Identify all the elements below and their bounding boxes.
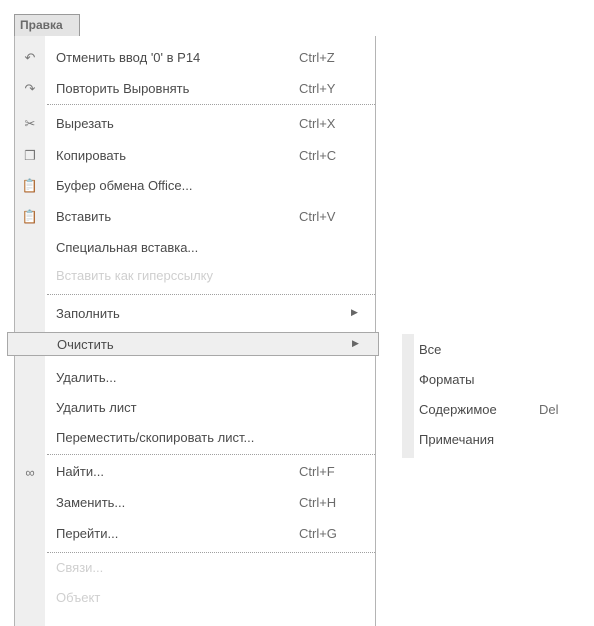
menu-item-goto[interactable]: Перейти... Ctrl+G: [15, 522, 375, 546]
menu-item-shortcut: Ctrl+F: [299, 464, 335, 479]
submenu-item-comments[interactable]: Примечания: [402, 428, 592, 452]
menu-item-paste-as-hyperlink: Вставить как гиперссылку: [15, 264, 375, 288]
menu-item-office-clipboard[interactable]: 📋 Буфер обмена Office...: [15, 174, 375, 198]
menu-item-shortcut: Ctrl+Y: [299, 81, 336, 96]
menu-item-label: Перейти...: [56, 526, 119, 541]
menu-item-label: Повторить Выровнять: [56, 81, 190, 96]
menu-item-label: Буфер обмена Office...: [56, 178, 193, 193]
menu-item-label: Вырезать: [56, 116, 114, 131]
menu-item-paste-special[interactable]: Специальная вставка...: [15, 236, 375, 260]
menu-title-edit[interactable]: Правка: [14, 14, 80, 36]
submenu-item-contents[interactable]: Содержимое Del: [402, 398, 592, 422]
menu-separator: [47, 454, 375, 455]
menu-separator: [47, 104, 375, 105]
binoculars-icon: ∞: [25, 464, 35, 480]
menu-separator: [47, 552, 375, 553]
menu-item-undo[interactable]: ↶ Отменить ввод '0' в P14 Ctrl+Z: [15, 46, 375, 70]
menu-item-shortcut: Ctrl+X: [299, 116, 336, 131]
submenu-item-label: Все: [419, 342, 442, 357]
menu-item-label: Переместить/скопировать лист...: [56, 430, 255, 445]
menu-item-delete-sheet[interactable]: Удалить лист: [15, 396, 375, 420]
menu-item-label: Найти...: [56, 464, 104, 479]
submenu-item-shortcut: Del: [539, 402, 559, 417]
menu-item-shortcut: Ctrl+C: [299, 148, 337, 163]
menu-item-label: Связи...: [56, 560, 104, 575]
menu-item-shortcut: Ctrl+V: [299, 209, 336, 224]
menu-item-label: Вставить как гиперссылку: [56, 268, 213, 283]
menu-item-clear[interactable]: Очистить ▶: [7, 332, 379, 356]
menu-item-move-copy-sheet[interactable]: Переместить/скопировать лист...: [15, 426, 375, 450]
menu-item-label: Удалить лист: [56, 400, 137, 415]
menu-item-label: Заполнить: [56, 306, 120, 321]
submenu-item-label: Примечания: [419, 432, 495, 447]
submenu-item-all[interactable]: Все: [402, 338, 592, 362]
copy-icon: ❐: [24, 148, 36, 163]
menu-item-object: Объект: [15, 586, 375, 610]
submenu-arrow-icon: ▶: [352, 338, 359, 348]
menu-item-copy[interactable]: ❐ Копировать Ctrl+C: [15, 144, 375, 168]
menu-item-shortcut: Ctrl+G: [299, 526, 337, 541]
menu-item-shortcut: Ctrl+H: [299, 495, 337, 510]
paste-icon: 📋: [21, 209, 39, 224]
menu-item-label: Объект: [56, 590, 101, 605]
submenu-item-formats[interactable]: Форматы: [402, 368, 592, 392]
menu-item-redo[interactable]: ↷ Повторить Выровнять Ctrl+Y: [15, 77, 375, 101]
menu-item-links: Связи...: [15, 556, 375, 580]
submenu-arrow-icon: ▶: [351, 307, 358, 317]
redo-icon: ↷: [24, 81, 36, 96]
clipboard-icon: 📋: [21, 178, 39, 193]
menu-item-label: Очистить: [57, 337, 114, 352]
edit-menu-dropdown: ↶ Отменить ввод '0' в P14 Ctrl+Z ↷ Повто…: [7, 36, 379, 626]
menu-item-cut[interactable]: ✂ Вырезать Ctrl+X: [15, 112, 375, 136]
submenu-item-label: Форматы: [419, 372, 475, 387]
menu-item-find[interactable]: ∞ Найти... Ctrl+F: [15, 460, 375, 484]
submenu-item-label: Содержимое: [419, 402, 497, 417]
undo-icon: ↶: [24, 50, 36, 65]
menu-item-fill[interactable]: Заполнить ▶: [15, 302, 375, 326]
menu-item-label: Копировать: [56, 148, 126, 163]
menu-item-label: Заменить...: [56, 495, 126, 510]
menu-item-delete[interactable]: Удалить...: [15, 366, 375, 390]
clear-submenu: Все Форматы Содержимое Del Примечания: [402, 334, 592, 458]
menu-item-label: Отменить ввод '0' в P14: [56, 50, 201, 65]
menu-item-shortcut: Ctrl+Z: [299, 50, 335, 65]
menu-item-label: Удалить...: [56, 370, 117, 385]
menu-item-replace[interactable]: Заменить... Ctrl+H: [15, 491, 375, 515]
scissors-icon: ✂: [24, 116, 36, 131]
menu-title-label: Правка: [20, 18, 63, 32]
menu-item-label: Специальная вставка...: [56, 240, 199, 255]
menu-item-paste[interactable]: 📋 Вставить Ctrl+V: [15, 205, 375, 229]
menu-separator: [47, 294, 375, 295]
menu-item-label: Вставить: [56, 209, 112, 224]
